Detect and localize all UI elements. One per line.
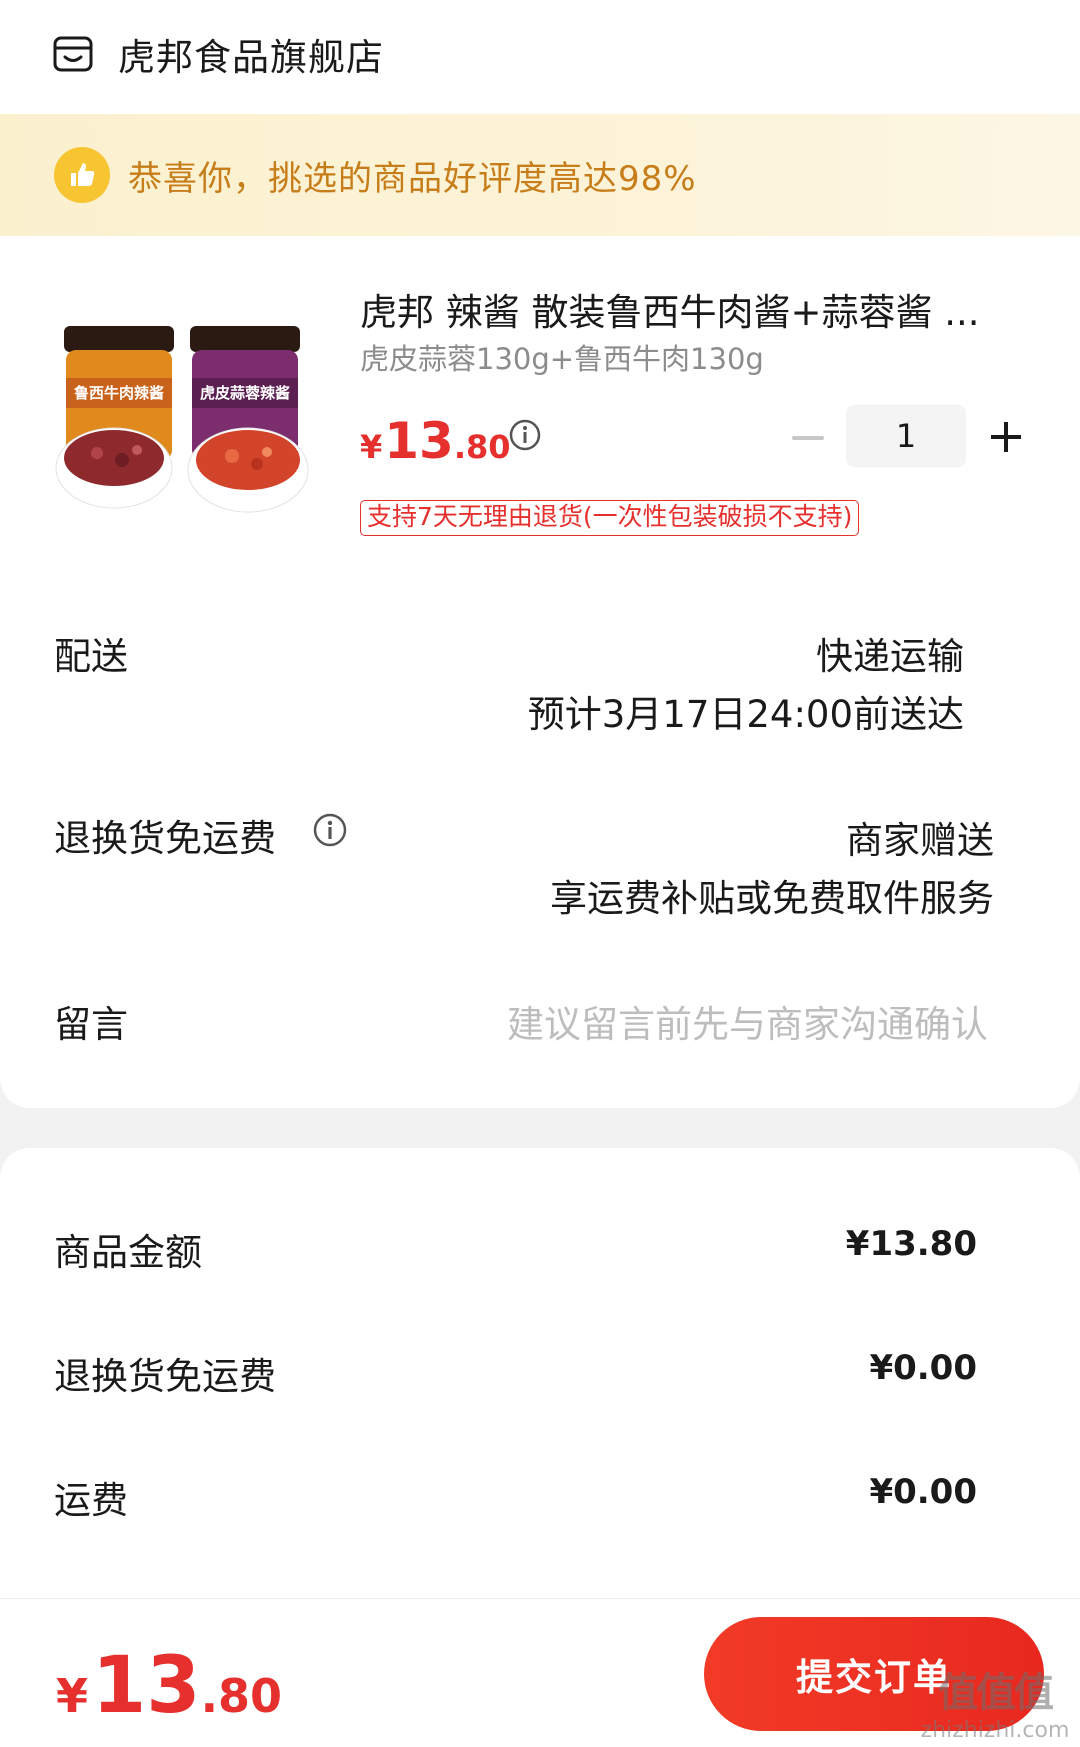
return-shipping-info-icon[interactable] <box>312 812 348 848</box>
product-spec[interactable]: 虎皮蒜蓉130g+鲁西牛肉130g <box>360 336 764 378</box>
thumbs-up-icon <box>54 147 110 203</box>
price-decimal: .80 <box>453 428 511 466</box>
message-label: 留言 <box>54 1003 128 1046</box>
store-icon <box>52 33 94 75</box>
return-shipping-value: 商家赠送 <box>846 819 994 862</box>
store-header[interactable]: 虎邦食品旗舰店 <box>52 24 384 84</box>
order-confirm-page: 虎邦食品旗舰店 恭喜你，挑选的商品好评度高达98% 鲁西牛肉辣酱 虎皮蒜蓉辣酱 … <box>0 0 1080 1747</box>
summary-value-goods: ¥13.80 <box>845 1224 977 1264</box>
jar-label-right: 虎皮蒜蓉辣酱 <box>200 384 290 402</box>
watermark-logo: 值值值 <box>938 1670 1054 1716</box>
summary-value-shipping: ¥0.00 <box>869 1472 977 1512</box>
product-price: ¥ 13 .80 <box>360 412 511 472</box>
return-shipping-label: 退换货免运费 <box>54 817 276 860</box>
summary-label-return-shipping: 退换货免运费 <box>54 1355 276 1398</box>
summary-value-return-shipping: ¥0.00 <box>869 1348 977 1388</box>
watermark-url: zhizhizhi.com <box>920 1718 1070 1743</box>
product-title[interactable]: 虎邦 辣酱 散装鲁西牛肉酱+蒜蓉酱 ... <box>360 282 1020 336</box>
store-name: 虎邦食品旗舰店 <box>118 36 384 79</box>
total-integer: 13 <box>92 1641 201 1731</box>
return-shipping-desc: 享运费补贴或免费取件服务 <box>550 877 994 920</box>
total-symbol: ¥ <box>56 1669 89 1723</box>
summary-label-goods: 商品金额 <box>54 1231 202 1274</box>
quantity-input[interactable]: 1 <box>846 405 966 467</box>
quantity-increase-button[interactable] <box>984 415 1028 459</box>
delivery-label: 配送 <box>54 635 128 678</box>
return-policy-badge: 支持7天无理由退货(一次性包装破损不支持) <box>360 500 860 536</box>
banner-text: 恭喜你，挑选的商品好评度高达98% <box>128 158 697 199</box>
total-decimal: .80 <box>200 1669 283 1723</box>
price-integer: 13 <box>384 412 454 470</box>
price-info-icon[interactable] <box>508 418 542 452</box>
plus-icon <box>991 422 1021 452</box>
quantity-decrease-button[interactable] <box>788 418 828 458</box>
price-symbol: ¥ <box>360 428 383 466</box>
delivery-eta: 预计3月17日24:00前送达 <box>527 693 964 736</box>
total-price: ¥ 13 .80 <box>56 1641 282 1731</box>
checkout-bar: ¥ 13 .80 提交订单 <box>0 1598 1080 1747</box>
store-order-card: 虎邦食品旗舰店 恭喜你，挑选的商品好评度高达98% 鲁西牛肉辣酱 虎皮蒜蓉辣酱 … <box>0 0 1080 1108</box>
message-input[interactable]: 建议留言前先与商家沟通确认 <box>507 994 988 1048</box>
rating-banner: 恭喜你，挑选的商品好评度高达98% <box>0 114 1080 236</box>
delivery-method[interactable]: 快递运输 <box>816 626 964 680</box>
jar-label-left: 鲁西牛肉辣酱 <box>74 384 164 402</box>
minus-icon <box>792 436 824 440</box>
product-image[interactable]: 鲁西牛肉辣酱 虎皮蒜蓉辣酱 <box>52 318 332 518</box>
summary-label-shipping: 运费 <box>54 1479 128 1522</box>
watermark: 值值值 zhizhizhi.com <box>920 1660 1070 1743</box>
